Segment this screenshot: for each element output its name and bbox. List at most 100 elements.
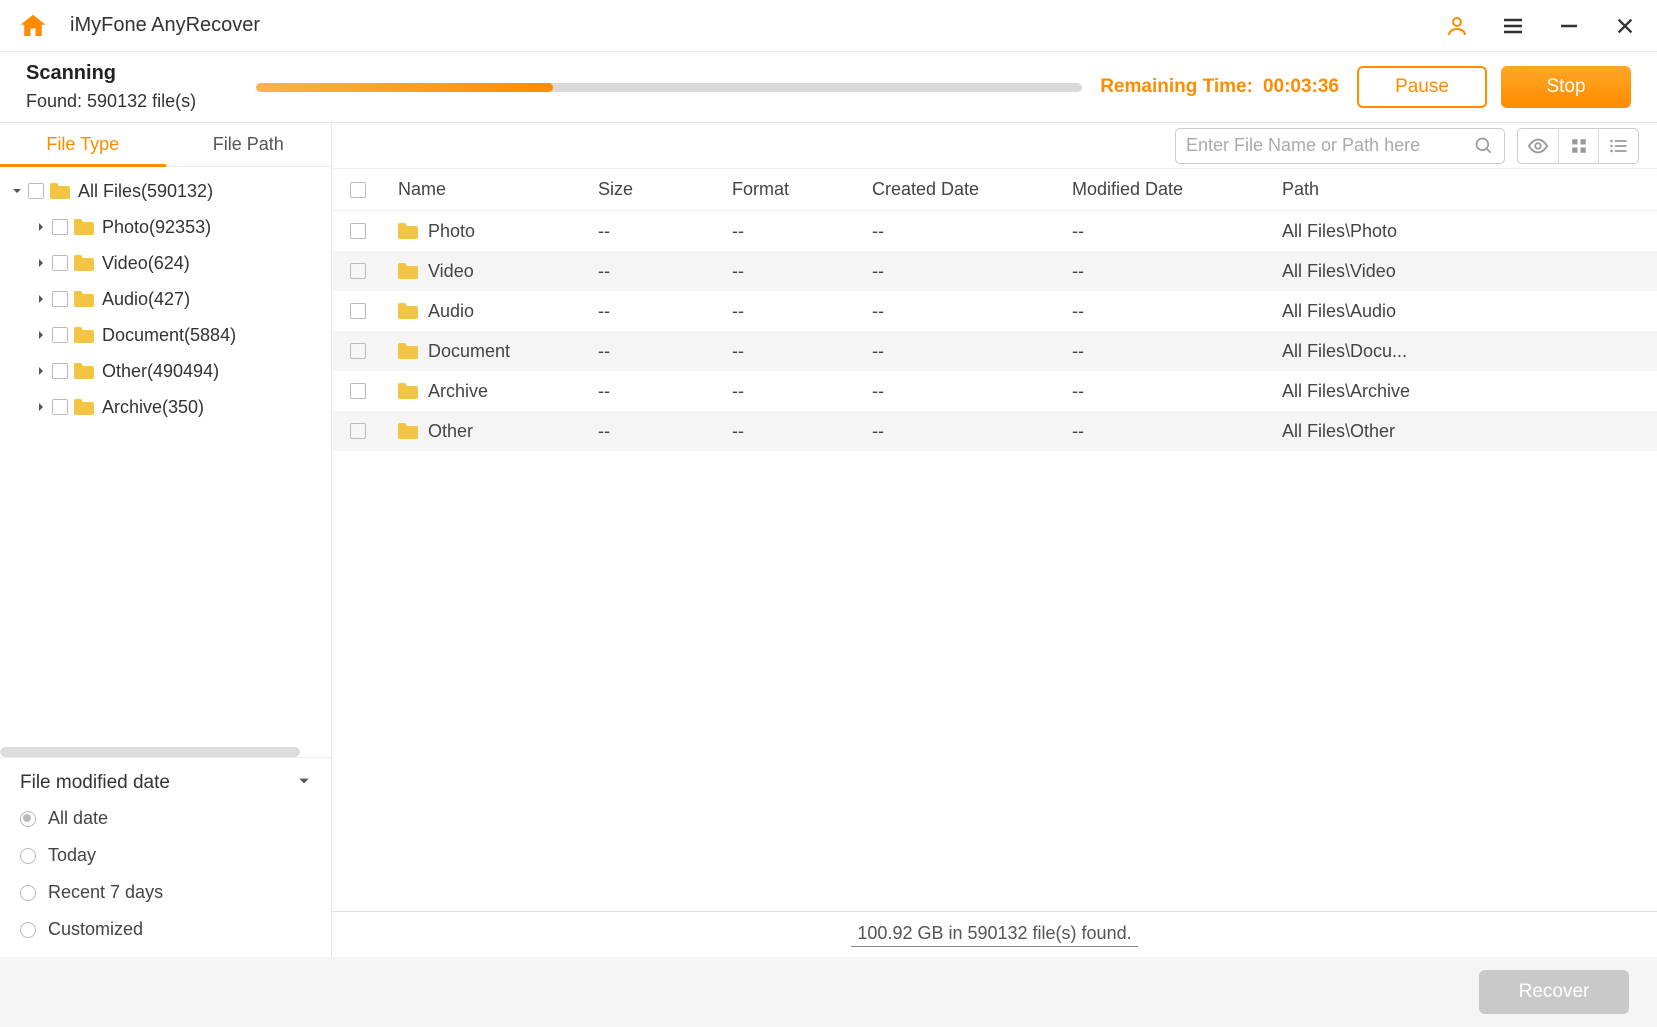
preview-icon[interactable] bbox=[1518, 129, 1558, 163]
table-row[interactable]: Audio--------All Files\Audio bbox=[332, 291, 1657, 331]
cell-name: Document bbox=[428, 341, 510, 362]
tree-item[interactable]: Other(490494) bbox=[0, 353, 331, 389]
cell-size: -- bbox=[584, 261, 718, 282]
col-modified[interactable]: Modified Date bbox=[1058, 179, 1268, 200]
folder-icon bbox=[398, 383, 418, 399]
checkbox[interactable] bbox=[350, 263, 366, 279]
tree-item[interactable]: Video(624) bbox=[0, 245, 331, 281]
user-icon[interactable] bbox=[1443, 12, 1471, 40]
cell-size: -- bbox=[584, 221, 718, 242]
titlebar: iMyFone AnyRecover bbox=[0, 0, 1657, 52]
home-icon[interactable] bbox=[18, 11, 48, 41]
tab-file-path[interactable]: File Path bbox=[166, 123, 332, 166]
checkbox[interactable] bbox=[350, 303, 366, 319]
tree-item[interactable]: Archive(350) bbox=[0, 389, 331, 425]
tree-label: Document(5884) bbox=[102, 325, 236, 346]
select-all-checkbox[interactable] bbox=[350, 182, 366, 198]
filter-option[interactable]: Today bbox=[20, 845, 311, 866]
checkbox[interactable] bbox=[350, 223, 366, 239]
table-row[interactable]: Other--------All Files\Other bbox=[332, 411, 1657, 451]
minimize-icon[interactable] bbox=[1555, 12, 1583, 40]
cell-path: All Files\Docu... bbox=[1268, 341, 1657, 362]
radio[interactable] bbox=[20, 811, 36, 827]
bottom-bar: Recover bbox=[0, 957, 1657, 1027]
table-header: Name Size Format Created Date Modified D… bbox=[332, 169, 1657, 211]
filter-option[interactable]: Customized bbox=[20, 919, 311, 940]
checkbox[interactable] bbox=[52, 399, 68, 415]
chevron-right-icon[interactable] bbox=[30, 291, 52, 307]
table-row[interactable]: Archive--------All Files\Archive bbox=[332, 371, 1657, 411]
cell-modified: -- bbox=[1058, 341, 1268, 362]
cell-modified: -- bbox=[1058, 381, 1268, 402]
search-icon[interactable] bbox=[1474, 136, 1494, 156]
checkbox[interactable] bbox=[52, 327, 68, 343]
folder-icon bbox=[74, 291, 94, 307]
filter-label: Customized bbox=[48, 919, 143, 940]
chevron-right-icon[interactable] bbox=[30, 219, 52, 235]
table-row[interactable]: Video--------All Files\Video bbox=[332, 251, 1657, 291]
list-view-icon[interactable] bbox=[1598, 129, 1638, 163]
found-label: Found: 590132 file(s) bbox=[26, 91, 256, 112]
chevron-right-icon[interactable] bbox=[30, 327, 52, 343]
checkbox[interactable] bbox=[28, 183, 44, 199]
col-format[interactable]: Format bbox=[718, 179, 858, 200]
folder-icon bbox=[398, 343, 418, 359]
pause-button[interactable]: Pause bbox=[1357, 66, 1487, 108]
col-name[interactable]: Name bbox=[384, 179, 584, 200]
chevron-right-icon[interactable] bbox=[30, 399, 52, 415]
cell-format: -- bbox=[718, 261, 858, 282]
cell-path: All Files\Audio bbox=[1268, 301, 1657, 322]
filter-section: File modified date All date Today Recent 7… bbox=[0, 757, 331, 957]
menu-icon[interactable] bbox=[1499, 12, 1527, 40]
tree-item[interactable]: Audio(427) bbox=[0, 281, 331, 317]
file-table: Name Size Format Created Date Modified D… bbox=[332, 169, 1657, 911]
content-toolbar bbox=[332, 123, 1657, 169]
app-title: iMyFone AnyRecover bbox=[70, 14, 260, 37]
col-size[interactable]: Size bbox=[584, 179, 718, 200]
folder-icon bbox=[398, 303, 418, 319]
filter-label: Today bbox=[48, 845, 96, 866]
sidebar-scrollbar[interactable] bbox=[0, 747, 300, 757]
filter-option[interactable]: All date bbox=[20, 808, 311, 829]
checkbox[interactable] bbox=[350, 343, 366, 359]
cell-name: Archive bbox=[428, 381, 488, 402]
table-footer: 100.92 GB in 590132 file(s) found. bbox=[332, 911, 1657, 957]
folder-icon bbox=[74, 255, 94, 271]
filter-option[interactable]: Recent 7 days bbox=[20, 882, 311, 903]
chevron-right-icon[interactable] bbox=[30, 255, 52, 271]
grid-view-icon[interactable] bbox=[1558, 129, 1598, 163]
chevron-down-icon[interactable] bbox=[6, 183, 28, 199]
tree-item[interactable]: Photo(92353) bbox=[0, 209, 331, 245]
cell-name: Video bbox=[428, 261, 474, 282]
radio[interactable] bbox=[20, 922, 36, 938]
folder-icon bbox=[398, 263, 418, 279]
filter-header[interactable]: File modified date bbox=[20, 772, 311, 794]
progress-bar bbox=[256, 83, 1082, 92]
search-input[interactable] bbox=[1175, 128, 1505, 164]
stop-button[interactable]: Stop bbox=[1501, 66, 1631, 108]
tree-item[interactable]: Document(5884) bbox=[0, 317, 331, 353]
col-created[interactable]: Created Date bbox=[858, 179, 1058, 200]
folder-icon bbox=[74, 219, 94, 235]
chevron-down-icon bbox=[297, 772, 311, 794]
filter-label: Recent 7 days bbox=[48, 882, 163, 903]
checkbox[interactable] bbox=[350, 383, 366, 399]
tree-root[interactable]: All Files(590132) bbox=[0, 173, 331, 209]
checkbox[interactable] bbox=[52, 363, 68, 379]
table-row[interactable]: Photo--------All Files\Photo bbox=[332, 211, 1657, 251]
checkbox[interactable] bbox=[52, 219, 68, 235]
radio[interactable] bbox=[20, 885, 36, 901]
cell-created: -- bbox=[858, 221, 1058, 242]
recover-button[interactable]: Recover bbox=[1479, 970, 1629, 1014]
close-icon[interactable] bbox=[1611, 12, 1639, 40]
table-row[interactable]: Document--------All Files\Docu... bbox=[332, 331, 1657, 371]
checkbox[interactable] bbox=[52, 255, 68, 271]
cell-created: -- bbox=[858, 421, 1058, 442]
sidebar: File Type File Path All Files(590132) Ph… bbox=[0, 123, 332, 957]
checkbox[interactable] bbox=[52, 291, 68, 307]
chevron-right-icon[interactable] bbox=[30, 363, 52, 379]
checkbox[interactable] bbox=[350, 423, 366, 439]
radio[interactable] bbox=[20, 848, 36, 864]
tab-file-type[interactable]: File Type bbox=[0, 123, 166, 166]
col-path[interactable]: Path bbox=[1268, 179, 1657, 200]
